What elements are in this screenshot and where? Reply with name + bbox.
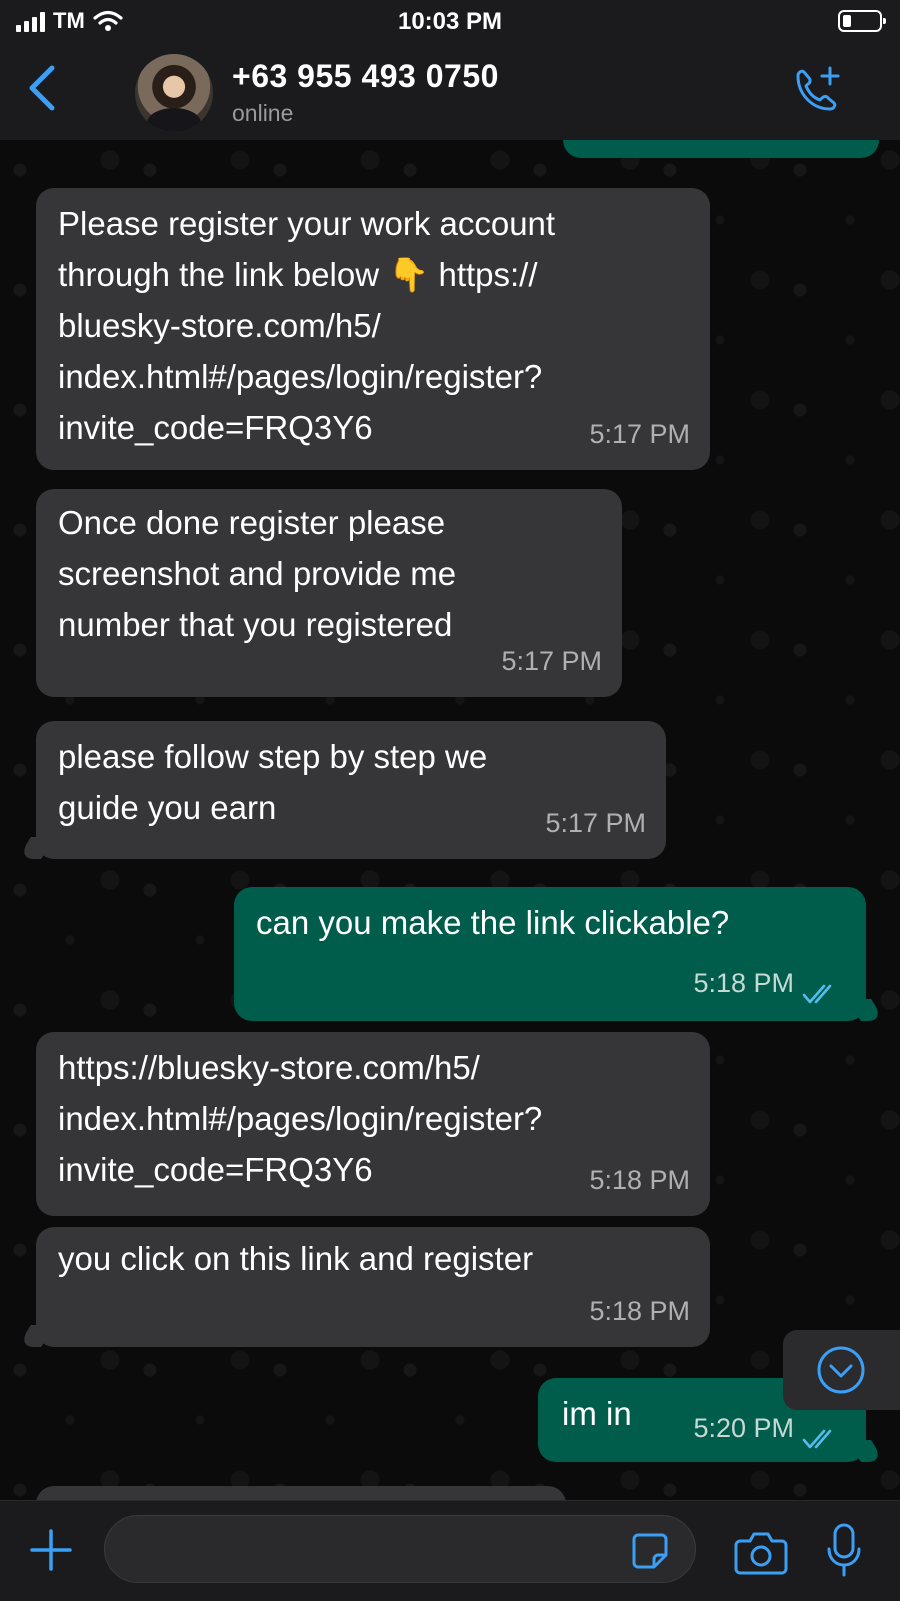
status-bar: TM 10:03 PM xyxy=(0,0,900,44)
contact-name[interactable]: +63 955 493 0750 xyxy=(232,58,499,95)
message-text: please follow step by step we guide you … xyxy=(58,738,488,826)
message-time: 5:17 PM xyxy=(501,646,602,676)
input-bar xyxy=(0,1500,900,1601)
contact-status: online xyxy=(232,100,294,126)
avatar[interactable] xyxy=(135,54,213,132)
message-bubble-previous[interactable] xyxy=(563,140,879,158)
message-input[interactable] xyxy=(104,1515,696,1583)
message-time: 5:20 PM xyxy=(693,1413,794,1443)
chevron-down-circle-icon xyxy=(817,1346,865,1394)
read-receipt-icon xyxy=(802,984,832,1004)
message-bubble-incoming[interactable]: please follow step by step we guide you … xyxy=(17,721,666,859)
battery-icon xyxy=(838,10,886,32)
message-bubble-next[interactable] xyxy=(36,1486,566,1500)
message-bubble-outgoing[interactable]: can you make the link clickable? 5:18 PM xyxy=(234,887,885,1021)
message-text: https://bluesky-store.com/h5/ index.html… xyxy=(58,1049,543,1188)
read-receipt-icon xyxy=(802,1429,832,1449)
sticker-icon[interactable] xyxy=(630,1531,670,1571)
microphone-icon[interactable] xyxy=(826,1523,862,1579)
message-time: 5:17 PM xyxy=(545,808,646,838)
plus-icon[interactable] xyxy=(28,1527,74,1573)
message-bubble-incoming[interactable]: Please register your work account throug… xyxy=(36,188,710,470)
message-bubble-incoming[interactable]: you click on this link and register 5:18… xyxy=(17,1227,710,1347)
message-time: 5:18 PM xyxy=(693,968,794,998)
message-time: 5:18 PM xyxy=(589,1165,690,1195)
chat-header: +63 955 493 0750 online xyxy=(0,44,900,141)
back-chevron-icon[interactable] xyxy=(22,62,66,114)
message-text: you click on this link and register xyxy=(58,1240,534,1277)
call-add-icon[interactable] xyxy=(788,62,844,118)
message-time: 5:17 PM xyxy=(589,419,690,449)
message-bubble-incoming[interactable]: Once done register please screenshot and… xyxy=(36,489,622,697)
message-text: can you make the link clickable? xyxy=(256,904,730,941)
camera-icon[interactable] xyxy=(734,1529,788,1575)
message-text: im in xyxy=(562,1395,632,1432)
message-text: Once done register please screenshot and… xyxy=(58,504,457,643)
message-text: Please register your work account throug… xyxy=(58,205,556,446)
scroll-to-bottom-button[interactable] xyxy=(783,1330,900,1410)
message-time: 5:18 PM xyxy=(589,1296,690,1326)
message-bubble-incoming[interactable]: https://bluesky-store.com/h5/ index.html… xyxy=(36,1032,710,1216)
chat-area[interactable]: Please register your work account throug… xyxy=(0,140,900,1500)
status-time: 10:03 PM xyxy=(397,8,503,35)
